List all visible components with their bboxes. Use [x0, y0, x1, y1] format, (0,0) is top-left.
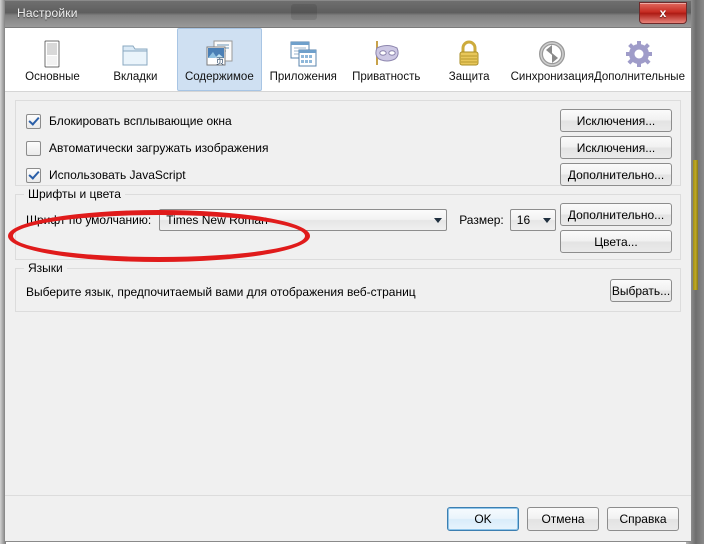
fonts-group-legend: Шрифты и цвета — [24, 187, 125, 201]
checkbox-label: Использовать JavaScript — [49, 168, 186, 182]
window-title: Настройки — [17, 6, 78, 20]
checkbox-enable-javascript[interactable] — [26, 167, 41, 183]
content-page-icon: 页 — [202, 39, 236, 69]
fonts-side-buttons: Дополнительно... Цвета... — [560, 203, 672, 253]
default-font-select[interactable]: Times New Roman — [159, 209, 448, 231]
tab-label: Основные — [25, 70, 80, 83]
tab-label: Содержимое — [184, 70, 254, 83]
chevron-down-icon — [434, 217, 443, 223]
tab-label: Приватность — [352, 70, 421, 83]
content-side-buttons: Исключения... Исключения... Дополнительн… — [560, 109, 672, 186]
dialog-footer: OK Отмена Справка — [5, 495, 691, 541]
languages-row: Выберите язык, предпочитаемый вами для о… — [26, 279, 672, 305]
gear-icon — [622, 39, 656, 69]
checkbox-block-popups[interactable] — [26, 113, 41, 129]
tab-label: Дополнительные — [593, 70, 685, 83]
tab-label: Приложения — [269, 70, 337, 83]
exceptions-images-button[interactable]: Исключения... — [560, 136, 672, 159]
close-icon: x — [659, 6, 667, 20]
content-panel: Блокировать всплывающие окна Автоматичес… — [5, 92, 691, 495]
tab-soderzhimoe[interactable]: 页 Содержимое — [176, 28, 262, 91]
choose-language-button[interactable]: Выбрать... — [610, 279, 672, 302]
default-font-value: Times New Roman — [166, 213, 268, 227]
languages-description: Выберите язык, предпочитаемый вами для о… — [26, 285, 416, 299]
languages-side-buttons: Выбрать... — [610, 279, 672, 302]
fonts-advanced-button[interactable]: Дополнительно... — [560, 203, 672, 226]
checkbox-label: Автоматически загружать изображения — [49, 141, 269, 155]
tab-label: Синхронизация — [510, 70, 594, 83]
browser-window-icon — [35, 39, 69, 69]
applications-icon — [286, 39, 320, 69]
colors-button[interactable]: Цвета... — [560, 230, 672, 253]
screen: Настройки x Основные Вкладки 页 Содержимо… — [0, 0, 704, 544]
preferences-toolbar: Основные Вкладки 页 Содержимое Приложения… — [5, 28, 691, 92]
tab-osnovnye[interactable]: Основные — [11, 28, 94, 91]
languages-group: Языки Выберите язык, предпочитаемый вами… — [15, 261, 681, 312]
title-bar: Настройки x — [5, 1, 691, 28]
exceptions-popups-button[interactable]: Исключения... — [560, 109, 672, 132]
title-bar-artifact — [291, 4, 317, 20]
tab-zashchita[interactable]: Защита — [428, 28, 511, 91]
font-size-label: Размер: — [459, 213, 504, 227]
settings-window: Настройки x Основные Вкладки 页 Содержимо… — [4, 0, 692, 542]
folder-tabs-icon — [118, 39, 152, 69]
tab-prilozheniya[interactable]: Приложения — [262, 28, 345, 91]
cancel-button[interactable]: Отмена — [527, 506, 599, 531]
tab-sinkhronizatsiya[interactable]: Синхронизация — [511, 28, 594, 91]
tab-label: Вкладки — [113, 70, 158, 83]
tab-privatnost[interactable]: Приватность — [345, 28, 428, 91]
languages-group-legend: Языки — [24, 261, 67, 275]
help-button[interactable]: Справка — [607, 506, 679, 531]
checkbox-load-images[interactable] — [26, 140, 41, 156]
sync-arrows-icon — [535, 39, 569, 69]
checkbox-label: Блокировать всплывающие окна — [49, 114, 232, 128]
fonts-and-colors-group: Шрифты и цвета Шрифт по умолчанию: Times… — [15, 187, 681, 260]
font-size-select[interactable]: 16 — [509, 209, 556, 231]
mask-icon — [369, 39, 403, 69]
default-font-label: Шрифт по умолчанию: — [26, 213, 152, 227]
tab-label: Защита — [448, 70, 490, 83]
ok-button[interactable]: OK — [447, 506, 519, 531]
javascript-advanced-button[interactable]: Дополнительно... — [560, 163, 672, 186]
padlock-icon — [452, 39, 486, 69]
background-window-sliver — [693, 160, 698, 290]
tab-dopolnitelnye[interactable]: Дополнительные — [594, 28, 685, 91]
chevron-down-icon — [542, 217, 551, 223]
font-size-value: 16 — [516, 213, 531, 227]
content-options-group: Блокировать всплывающие окна Автоматичес… — [15, 100, 681, 186]
svg-text:页: 页 — [216, 57, 224, 66]
tab-vkladki[interactable]: Вкладки — [94, 28, 177, 91]
close-button[interactable]: x — [639, 2, 687, 24]
